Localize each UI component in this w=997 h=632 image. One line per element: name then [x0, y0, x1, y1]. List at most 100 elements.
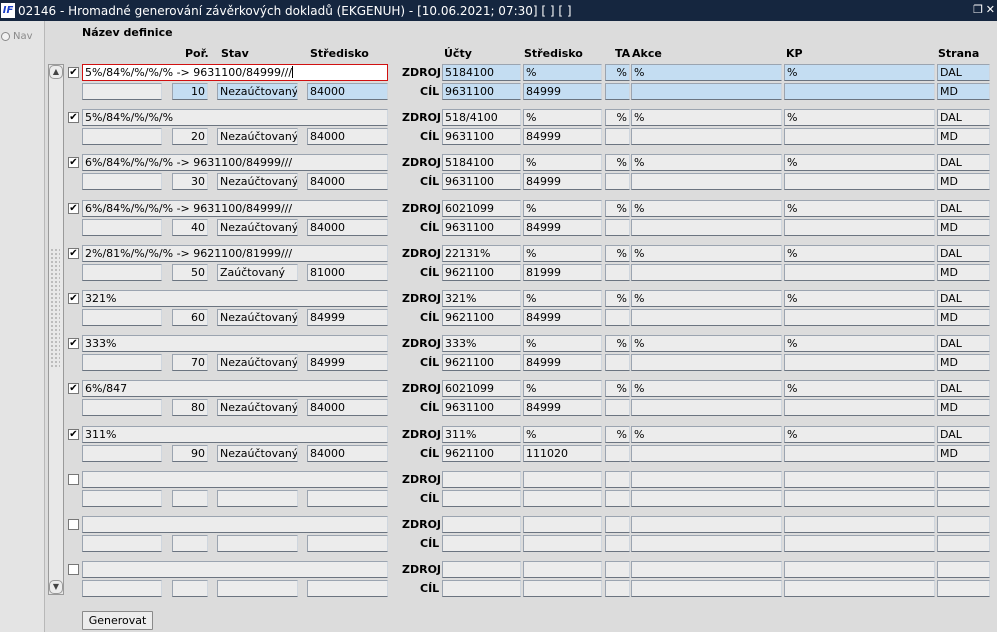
order-field[interactable]: 10: [172, 83, 208, 100]
enable-checkbox[interactable]: ✔: [68, 203, 79, 214]
zdroj-ta-field[interactable]: %: [605, 200, 630, 217]
zdroj-account-field[interactable]: [442, 471, 521, 488]
cil-cost-center-account-field[interactable]: [523, 580, 602, 597]
order-field[interactable]: 20: [172, 128, 208, 145]
cost-center-field[interactable]: 84000: [307, 173, 388, 190]
zdroj-ta-field[interactable]: %: [605, 109, 630, 126]
zdroj-cost-center-account-field[interactable]: %: [523, 335, 602, 352]
zdroj-kp-field[interactable]: %: [784, 64, 935, 81]
order-field[interactable]: [172, 490, 208, 507]
definition-aux-field[interactable]: [82, 490, 162, 507]
order-field[interactable]: 80: [172, 399, 208, 416]
status-field[interactable]: Nezaúčtovaný: [217, 445, 298, 462]
cil-ta-field[interactable]: [605, 83, 630, 100]
zdroj-ta-field[interactable]: %: [605, 335, 630, 352]
cost-center-field[interactable]: 84000: [307, 83, 388, 100]
cil-action-field[interactable]: [631, 173, 782, 190]
zdroj-action-field[interactable]: [631, 516, 782, 533]
cil-side-field[interactable]: MD: [937, 354, 990, 371]
order-field[interactable]: 30: [172, 173, 208, 190]
cil-action-field[interactable]: [631, 490, 782, 507]
cil-action-field[interactable]: [631, 128, 782, 145]
zdroj-kp-field[interactable]: %: [784, 380, 935, 397]
cil-action-field[interactable]: [631, 83, 782, 100]
cil-kp-field[interactable]: [784, 219, 935, 236]
cil-kp-field[interactable]: [784, 445, 935, 462]
nav-radio-icon[interactable]: [1, 32, 10, 41]
enable-checkbox[interactable]: [68, 564, 79, 575]
cil-kp-field[interactable]: [784, 399, 935, 416]
cil-account-field[interactable]: 9631100: [442, 173, 521, 190]
definition-name-field[interactable]: 333%: [82, 335, 388, 352]
cil-account-field[interactable]: 9631100: [442, 128, 521, 145]
definition-aux-field[interactable]: [82, 128, 162, 145]
cil-kp-field[interactable]: [784, 309, 935, 326]
cil-kp-field[interactable]: [784, 580, 935, 597]
cil-action-field[interactable]: [631, 535, 782, 552]
status-field[interactable]: [217, 535, 298, 552]
zdroj-side-field[interactable]: DAL: [937, 154, 990, 171]
enable-checkbox[interactable]: ✔: [68, 338, 79, 349]
zdroj-action-field[interactable]: %: [631, 380, 782, 397]
cost-center-field[interactable]: 84000: [307, 219, 388, 236]
status-field[interactable]: Nezaúčtovaný: [217, 354, 298, 371]
cil-side-field[interactable]: [937, 580, 990, 597]
zdroj-cost-center-account-field[interactable]: [523, 561, 602, 578]
definition-aux-field[interactable]: [82, 535, 162, 552]
cil-side-field[interactable]: MD: [937, 399, 990, 416]
definition-name-field[interactable]: [82, 471, 388, 488]
definition-aux-field[interactable]: [82, 309, 162, 326]
zdroj-ta-field[interactable]: %: [605, 290, 630, 307]
definition-name-field[interactable]: [82, 516, 388, 533]
cil-account-field[interactable]: [442, 490, 521, 507]
zdroj-account-field[interactable]: 6021099: [442, 200, 521, 217]
cil-action-field[interactable]: [631, 219, 782, 236]
status-field[interactable]: Nezaúčtovaný: [217, 83, 298, 100]
zdroj-kp-field[interactable]: [784, 471, 935, 488]
zdroj-action-field[interactable]: %: [631, 335, 782, 352]
cil-cost-center-account-field[interactable]: 84999: [523, 173, 602, 190]
cil-ta-field[interactable]: [605, 490, 630, 507]
zdroj-kp-field[interactable]: %: [784, 245, 935, 262]
cil-side-field[interactable]: MD: [937, 173, 990, 190]
zdroj-ta-field[interactable]: %: [605, 380, 630, 397]
status-field[interactable]: [217, 490, 298, 507]
zdroj-cost-center-account-field[interactable]: [523, 471, 602, 488]
zdroj-ta-field[interactable]: %: [605, 245, 630, 262]
cil-cost-center-account-field[interactable]: 81999: [523, 264, 602, 281]
zdroj-account-field[interactable]: [442, 561, 521, 578]
cost-center-field[interactable]: 84000: [307, 445, 388, 462]
order-field[interactable]: [172, 580, 208, 597]
definition-aux-field[interactable]: [82, 354, 162, 371]
definition-name-field[interactable]: 5%/84%/%/%/%: [82, 109, 388, 126]
status-field[interactable]: Nezaúčtovaný: [217, 399, 298, 416]
cost-center-field[interactable]: 84999: [307, 309, 388, 326]
zdroj-ta-field[interactable]: [605, 561, 630, 578]
restore-window-icon[interactable]: ❐: [973, 3, 983, 17]
cil-action-field[interactable]: [631, 445, 782, 462]
cil-action-field[interactable]: [631, 399, 782, 416]
cil-ta-field[interactable]: [605, 535, 630, 552]
cil-cost-center-account-field[interactable]: 84999: [523, 354, 602, 371]
enable-checkbox[interactable]: ✔: [68, 112, 79, 123]
definition-name-field[interactable]: 6%/84%/%/%/% -> 9631100/84999///: [82, 200, 388, 217]
zdroj-action-field[interactable]: %: [631, 154, 782, 171]
definition-name-field[interactable]: 2%/81%/%/%/% -> 9621100/81999///: [82, 245, 388, 262]
cil-account-field[interactable]: 9621100: [442, 309, 521, 326]
enable-checkbox[interactable]: ✔: [68, 429, 79, 440]
definition-aux-field[interactable]: [82, 445, 162, 462]
cil-kp-field[interactable]: [784, 264, 935, 281]
zdroj-side-field[interactable]: [937, 516, 990, 533]
cost-center-field[interactable]: 84000: [307, 128, 388, 145]
cil-cost-center-account-field[interactable]: 84999: [523, 399, 602, 416]
zdroj-ta-field[interactable]: [605, 471, 630, 488]
cil-ta-field[interactable]: [605, 173, 630, 190]
zdroj-cost-center-account-field[interactable]: [523, 516, 602, 533]
zdroj-account-field[interactable]: 321%: [442, 290, 521, 307]
enable-checkbox[interactable]: ✔: [68, 67, 79, 78]
zdroj-action-field[interactable]: %: [631, 245, 782, 262]
cil-ta-field[interactable]: [605, 580, 630, 597]
zdroj-side-field[interactable]: DAL: [937, 200, 990, 217]
definition-name-field[interactable]: 5%/84%/%/%/% -> 9631100/84999///: [82, 64, 388, 81]
zdroj-account-field[interactable]: 22131%: [442, 245, 521, 262]
